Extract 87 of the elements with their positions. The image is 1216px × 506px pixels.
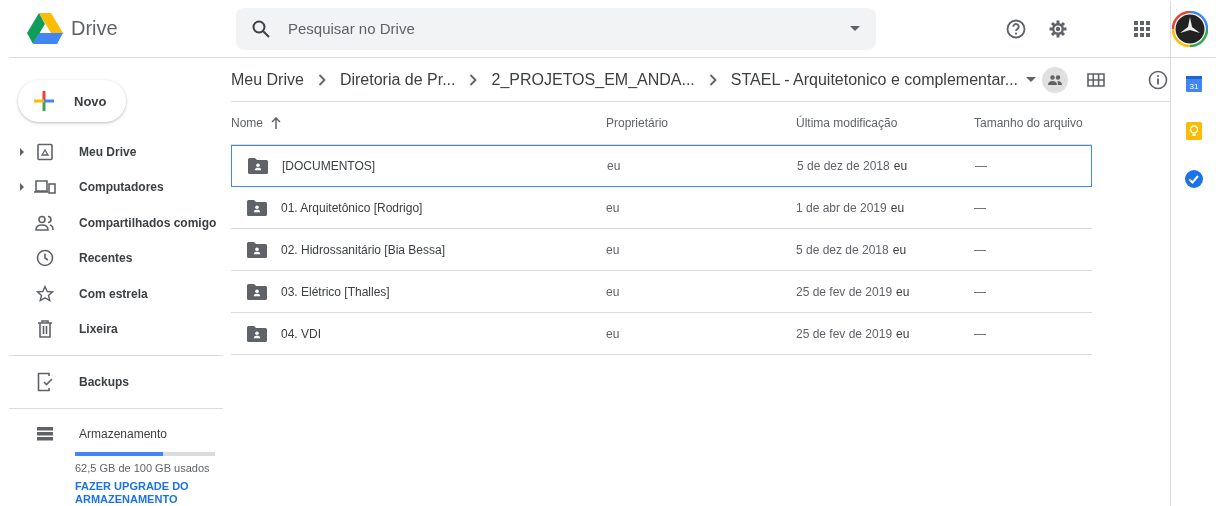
file-name: 03. Elétrico [Thalles] — [280, 284, 390, 299]
expand-caret-icon[interactable] — [20, 147, 24, 156]
computers-icon — [34, 179, 56, 196]
shared-folder-icon — [246, 241, 267, 258]
dropdown-icon[interactable] — [1026, 77, 1037, 82]
sidebar-item[interactable]: Recentes — [9, 240, 223, 276]
modified-date: 1 de abr de 2019 — [795, 200, 887, 215]
modified-by: eu — [896, 284, 910, 299]
size-cell-text: — — [973, 242, 987, 257]
avatar[interactable] — [1172, 10, 1208, 47]
modified-date: 5 de dez de 2018 — [795, 242, 889, 257]
shared-people-button[interactable] — [1042, 66, 1069, 93]
settings-icon — [1048, 18, 1068, 39]
size-cell-text: — — [974, 159, 988, 173]
search-icon — [252, 19, 270, 38]
calendar-icon[interactable]: 31 — [1185, 76, 1202, 92]
size-cell-text: — — [973, 284, 987, 299]
file-name: 01. Arquitetônico [Rodrigo] — [280, 200, 423, 215]
chevron-right-icon — [469, 73, 478, 86]
breadcrumb[interactable]: STAEL - Arquitetonico e complementar... — [730, 70, 1019, 89]
help-icon — [1006, 18, 1026, 39]
plus-icon — [34, 91, 54, 111]
breadcrumb[interactable]: 2_PROJETOS_EM_ANDA... — [491, 70, 695, 89]
clock-icon — [36, 249, 54, 268]
modified-date: 5 de dez de 2018 — [796, 159, 890, 173]
size-cell-text: — — [973, 326, 987, 341]
sidebar-item[interactable]: Computadores — [9, 169, 223, 205]
people-icon — [35, 214, 55, 231]
sidebar-item[interactable]: Backups — [9, 364, 223, 400]
column-header: Proprietário — [605, 116, 669, 130]
dropdown-icon[interactable] — [850, 26, 860, 31]
file-row[interactable]: 03. Elétrico [Thalles] eu 25 de fev de 2019 eu — — [230, 271, 1092, 313]
modified-date: 25 de fev de 2019 — [795, 284, 893, 299]
column-header: Tamanho do arquivo — [973, 116, 1084, 130]
owner-cell-text: eu — [606, 159, 622, 173]
phone-check-icon — [37, 371, 53, 392]
breadcrumb[interactable]: Meu Drive — [230, 70, 304, 89]
column-header: Última modificação — [795, 116, 899, 130]
file-name: 02. Hidrossanitário [Bia Bessa] — [280, 242, 446, 257]
sidebar-item[interactable]: Com estrela — [9, 276, 223, 312]
file-row[interactable]: 01. Arquitetônico [Rodrigo] eu 1 de abr de 2019 eu — — [230, 187, 1092, 229]
file-row[interactable]: 04. VDI eu 25 de fev de 2019 eu — — [230, 313, 1092, 355]
owner-cell-text: eu — [605, 284, 621, 299]
modified-by: eu — [896, 326, 910, 341]
storage-icon — [37, 427, 53, 442]
upgrade-link[interactable]: FAZER UPGRADE DO ARMAZENAMENTO — [75, 480, 205, 506]
storage-usage: 62,5 GB de 100 GB usados — [75, 462, 211, 474]
size-cell-text: — — [973, 200, 987, 215]
trash-icon — [37, 320, 53, 339]
column-header[interactable]: Nome — [230, 116, 606, 130]
avatar-icon — [1172, 10, 1208, 47]
new-button[interactable]: Novo — [18, 80, 126, 122]
breadcrumb[interactable]: Diretoria de Pr... — [339, 70, 456, 89]
file-row[interactable]: 02. Hidrossanitário [Bia Bessa] eu 5 de dez de 2018 eu — — [230, 229, 1092, 271]
modified-by: eu — [893, 159, 908, 173]
expand-caret-icon[interactable] — [20, 183, 24, 192]
info-icon — [1148, 69, 1169, 90]
app-name: Drive — [71, 17, 118, 40]
grid-icon — [1087, 72, 1106, 87]
sort-up-icon[interactable] — [271, 117, 281, 129]
sidebar-item[interactable]: Armazenamento — [9, 416, 223, 452]
drive-icon — [36, 142, 54, 161]
sidebar-item[interactable]: Compartilhados comigo — [9, 205, 223, 241]
search-input[interactable]: Pesquisar no Drive — [286, 19, 834, 38]
shared-folder-icon — [246, 325, 267, 342]
sidebar-item[interactable]: Lixeira — [9, 311, 223, 347]
modified-date: 25 de fev de 2019 — [795, 326, 893, 341]
owner-cell-text: eu — [605, 326, 621, 341]
owner-cell-text: eu — [605, 242, 621, 257]
shared-folder-icon — [247, 158, 268, 174]
tasks-icon[interactable] — [1184, 170, 1203, 188]
people-icon — [1048, 74, 1063, 85]
chevron-right-icon — [317, 73, 326, 86]
owner-cell-text: eu — [605, 200, 621, 215]
file-name: 04. VDI — [280, 326, 321, 341]
search-bar[interactable]: Pesquisar no Drive — [236, 7, 876, 50]
chevron-right-icon — [708, 73, 717, 86]
modified-by: eu — [890, 200, 905, 215]
file-row[interactable]: [DOCUMENTOS] eu 5 de dez de 2018 eu — — [230, 145, 1092, 187]
sidebar-item[interactable]: Meu Drive — [9, 134, 223, 170]
star-icon — [36, 284, 54, 303]
shared-folder-icon — [246, 283, 267, 300]
apps-grid-icon — [1134, 20, 1150, 37]
drive-logo-icon — [27, 12, 63, 45]
shared-folder-icon — [246, 199, 267, 216]
file-name: [DOCUMENTOS] — [281, 159, 376, 173]
modified-by: eu — [892, 242, 907, 257]
